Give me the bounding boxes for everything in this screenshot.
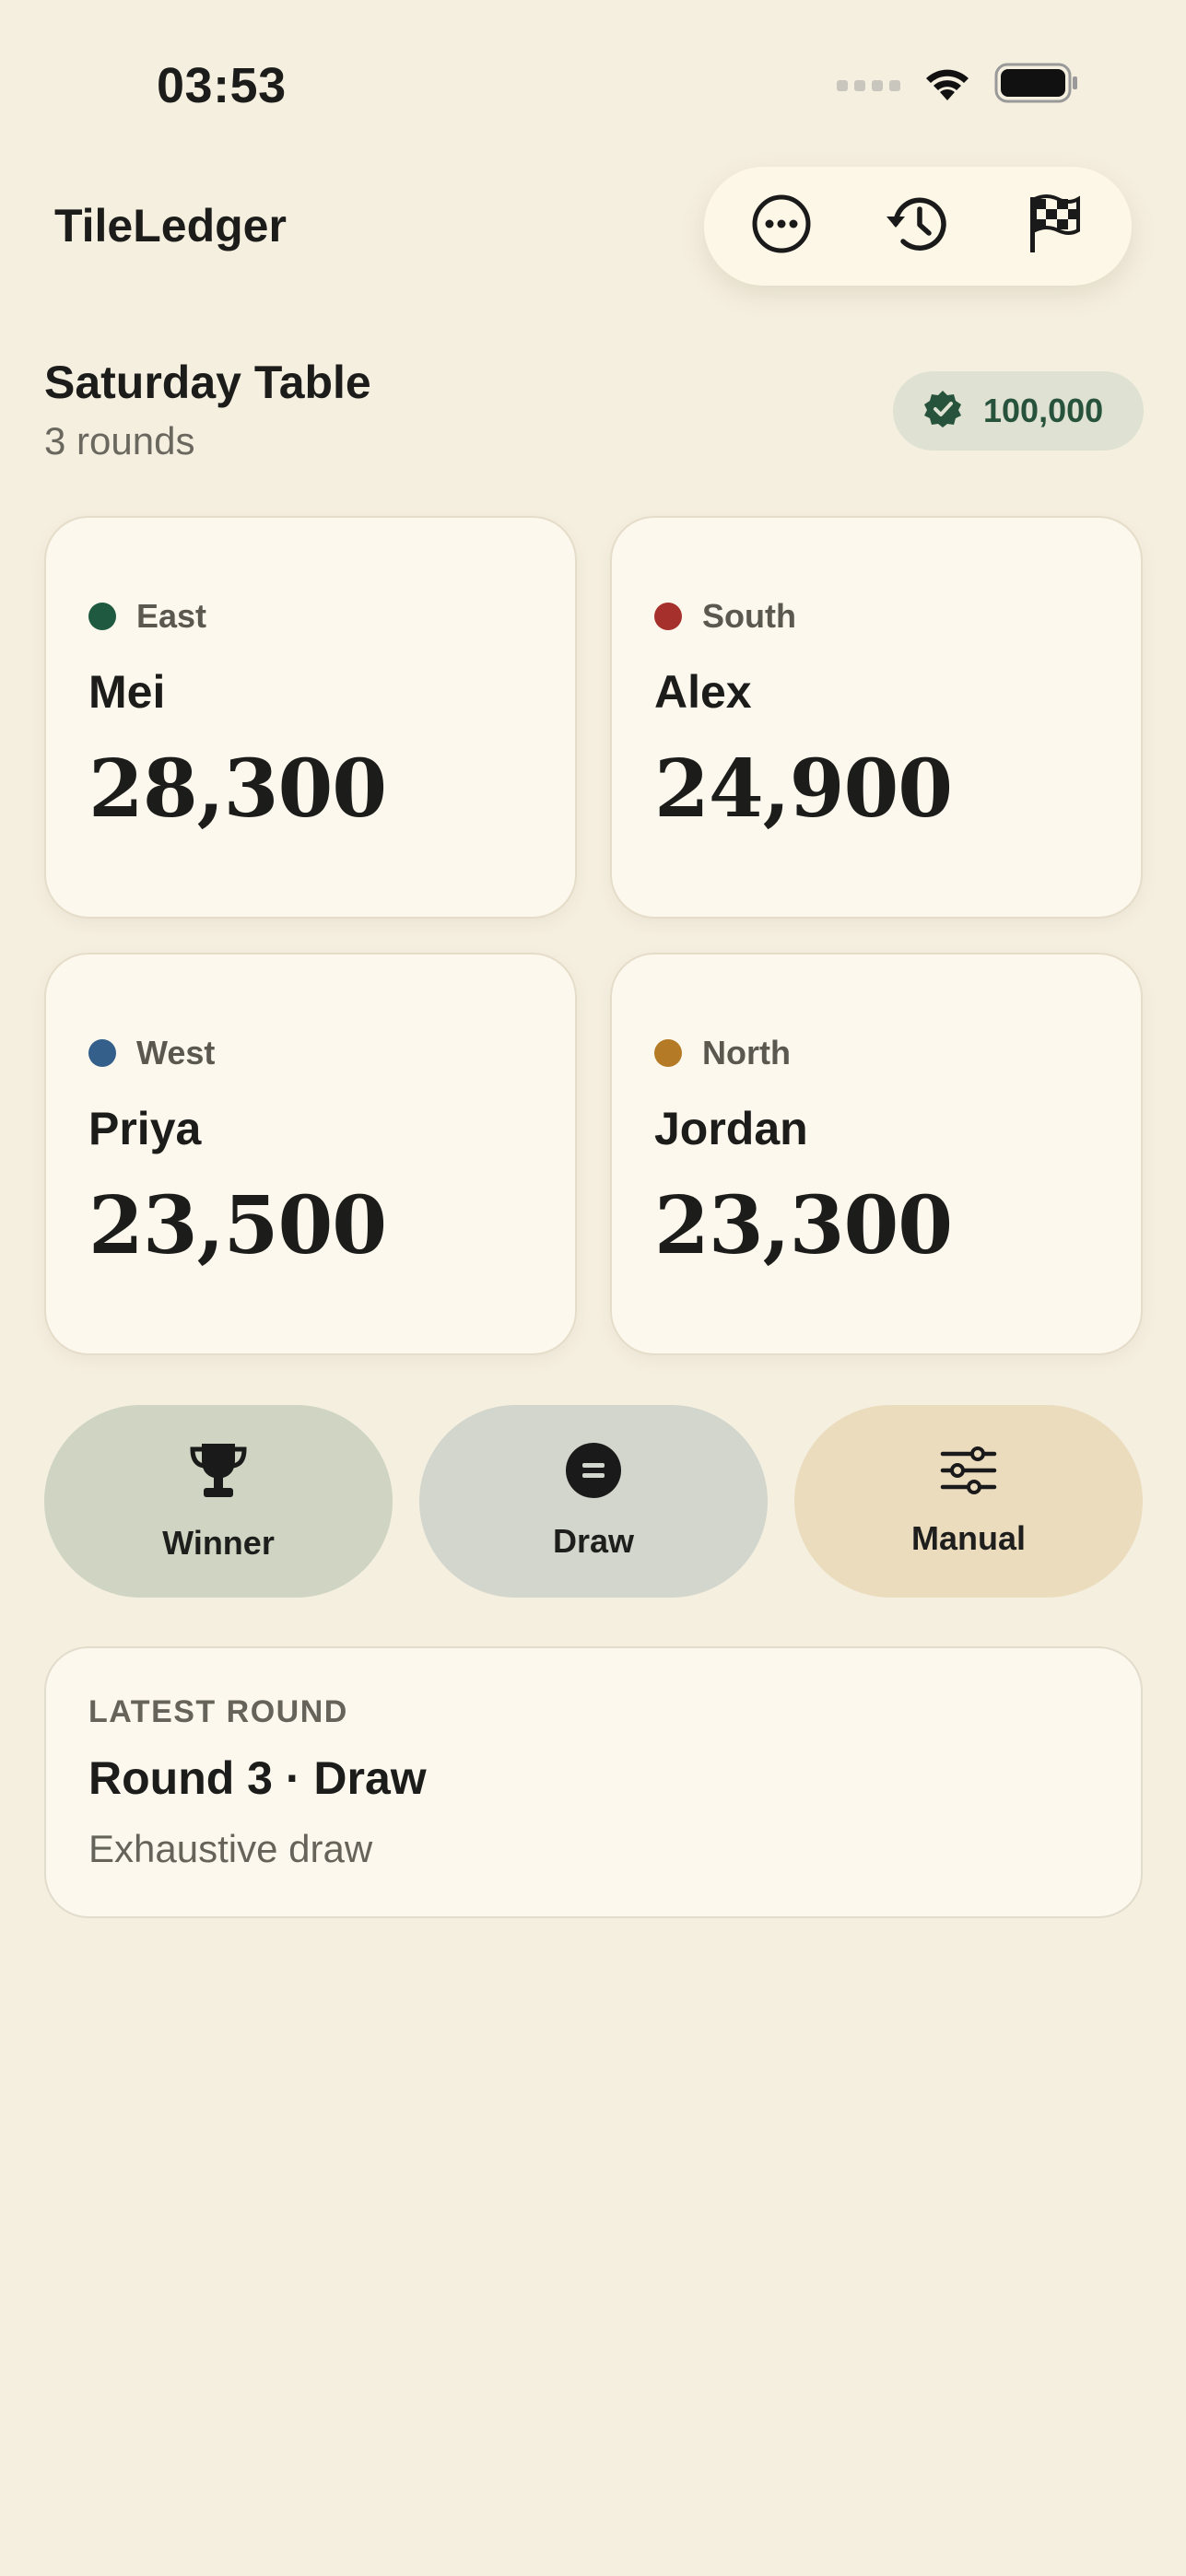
latest-round-description: Exhaustive draw [88,1827,373,1870]
player-name: Jordan [654,1103,808,1154]
seat-color-dot [88,603,116,630]
manual-label: Manual [910,1519,1026,1557]
round-count: 3 rounds [44,419,195,463]
sliders-icon [939,1445,998,1501]
seat-wind: West [136,1034,216,1071]
player-card-west[interactable]: West Priya 23,500 [44,953,577,1355]
app-title: TileLedger [54,200,287,252]
verified-badge-icon [922,389,963,434]
trophy-icon [189,1440,248,1505]
status-time: 03:53 [157,58,287,113]
header-actions [704,167,1132,286]
more-button[interactable] [735,181,828,273]
player-score: 23,500 [88,1179,387,1272]
battery-icon [994,63,1079,108]
player-score: 23,300 [654,1179,953,1272]
draw-button[interactable]: Draw [419,1405,768,1598]
player-name: Mei [88,666,166,718]
player-card-north[interactable]: North Jordan 23,300 [610,953,1143,1355]
player-name: Priya [88,1103,202,1154]
checkered-flag-icon [1025,192,1084,261]
player-name: Alex [654,666,752,718]
player-card-east[interactable]: East Mei 28,300 [44,516,577,919]
winner-label: Winner [162,1524,275,1562]
manual-button[interactable]: Manual [794,1405,1143,1598]
equals-circle-icon [565,1442,622,1504]
latest-round-title: Round 3 · Draw [88,1752,427,1804]
finish-game-button[interactable] [1008,181,1100,273]
latest-round-card[interactable]: LATEST ROUND Round 3 · Draw Exhaustive d… [44,1646,1143,1918]
seat-wind: South [702,597,796,635]
seat-color-dot [88,1039,116,1067]
player-score: 28,300 [88,743,387,836]
player-card-south[interactable]: South Alex 24,900 [610,516,1143,919]
latest-round-kicker: LATEST ROUND [88,1694,348,1729]
winner-button[interactable]: Winner [44,1405,393,1598]
cellular-signal-icon [837,79,900,91]
seat-color-dot [654,603,682,630]
draw-label: Draw [552,1522,635,1560]
target-score-badge[interactable]: 100,000 [893,371,1144,451]
player-score: 24,900 [654,743,953,836]
seat-color-dot [654,1039,682,1067]
history-button[interactable] [872,181,964,273]
status-icons [837,63,1079,108]
more-icon [749,192,814,261]
session-title: Saturday Table [44,357,371,408]
wifi-icon [921,64,974,107]
seat-wind: East [136,597,207,635]
history-icon [883,191,953,262]
seat-wind: North [702,1034,791,1071]
target-score-value: 100,000 [983,392,1104,429]
